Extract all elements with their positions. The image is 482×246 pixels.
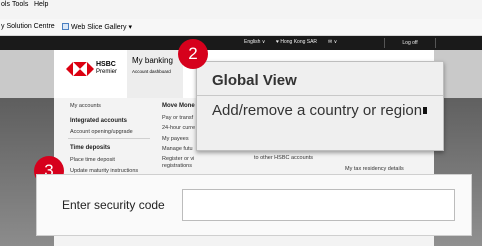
menu-item-other-hsbc-accounts[interactable]: to other HSBC accounts xyxy=(254,155,313,161)
menu-item-tax-residency[interactable]: My tax residency details xyxy=(345,166,404,172)
tab-my-banking-label: My banking xyxy=(132,56,173,65)
menu-item-registrations[interactable]: registrations xyxy=(162,163,192,169)
security-code-panel: Enter security code xyxy=(36,174,472,236)
menu-item-account-opening[interactable]: Account opening/upgrade xyxy=(70,129,133,135)
add-remove-country-label: Add/remove a country or region xyxy=(212,102,423,119)
menu-item-my-payees[interactable]: My payees xyxy=(162,136,189,142)
menu-item-my-accounts[interactable]: My accounts xyxy=(70,103,101,109)
logoff-button[interactable]: Log off xyxy=(384,38,436,48)
brand-sub: Premier xyxy=(96,69,118,75)
brand-name: HSBC xyxy=(96,61,116,68)
site-topbar: English ∨ ♥ Hong Kong SAR ✉ ∨ Log off xyxy=(0,36,482,50)
tab-my-banking-sub: Account dashboard xyxy=(132,69,171,74)
favorite-solution-centre[interactable]: y Solution Centre xyxy=(1,23,55,30)
favorites-bar: y Solution Centre Web Slice Gallery ▾ xyxy=(0,19,482,36)
mail-button[interactable]: ✉ ∨ xyxy=(328,39,337,45)
menu-item-move-money[interactable]: Move Mone xyxy=(162,103,195,109)
browser-menubar: ols Tools Help xyxy=(0,0,482,20)
favorite-web-slice-gallery[interactable]: Web Slice Gallery ▾ xyxy=(62,23,132,31)
region-label: ♥ Hong Kong SAR xyxy=(276,39,318,45)
tab-my-banking[interactable]: My banking Account dashboard xyxy=(127,50,183,98)
step-badge-2: 2 xyxy=(178,39,208,69)
language-selector[interactable]: English ∨ xyxy=(244,39,265,45)
add-remove-country-link[interactable]: Add/remove a country or region xyxy=(212,103,437,119)
menu-help[interactable]: Help xyxy=(34,1,48,8)
global-view-popup: Global View Add/remove a country or regi… xyxy=(196,61,444,151)
menu-divider xyxy=(68,138,150,139)
popup-divider xyxy=(197,95,443,96)
menu-item-place-time-deposit[interactable]: Place time deposit xyxy=(70,157,115,163)
menu-tools-fragment[interactable]: ols xyxy=(1,1,10,8)
menu-item-manage-future[interactable]: Manage futu xyxy=(162,146,193,152)
menu-item-time-deposits[interactable]: Time deposits xyxy=(70,145,110,151)
region-selector[interactable]: ♥ Hong Kong SAR xyxy=(276,39,317,45)
popup-title: Global View xyxy=(212,72,297,89)
web-slice-icon xyxy=(62,23,69,30)
menu-tools[interactable]: Tools xyxy=(12,1,28,8)
menu-item-pay-or-transfer[interactable]: Pay or transf xyxy=(162,115,193,121)
text-cursor-icon xyxy=(423,107,428,114)
menu-item-integrated-accounts[interactable]: Integrated accounts xyxy=(70,118,127,124)
menu-item-register[interactable]: Register or vi xyxy=(162,156,194,162)
favorite-web-slice-label: Web Slice Gallery ▾ xyxy=(71,24,132,31)
security-code-input[interactable] xyxy=(182,189,455,221)
browser-frame: ols Tools Help y Solution Centre Web Sli… xyxy=(0,0,482,246)
menu-item-24h-currency[interactable]: 24-hour curre xyxy=(162,125,195,131)
security-code-label: Enter security code xyxy=(62,198,165,212)
hsbc-logo-icon[interactable] xyxy=(66,60,94,78)
